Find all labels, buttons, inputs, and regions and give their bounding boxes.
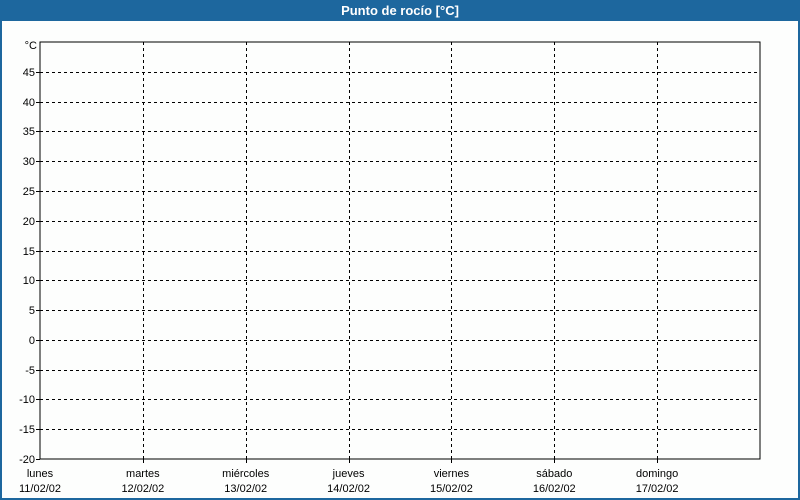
y-tick-label: 25 — [23, 186, 35, 198]
y-tick-label: 35 — [23, 126, 35, 138]
plot-border — [39, 41, 761, 460]
x-day-label: sábado — [536, 468, 572, 480]
x-date-label: 15/02/02 — [430, 483, 473, 495]
y-tick-label: 0 — [29, 335, 35, 347]
y-tick-label: -5 — [25, 365, 35, 377]
chart-title: Punto de rocío [°C] — [341, 3, 459, 18]
y-tick-label: -10 — [19, 394, 35, 406]
x-date-label: 12/02/02 — [121, 483, 164, 495]
x-day-label: domingo — [636, 468, 678, 480]
x-date-label: 11/02/02 — [19, 483, 61, 495]
x-day-label: viernes — [434, 468, 470, 480]
y-tick-label: 15 — [23, 246, 35, 258]
chart-title-bar: Punto de rocío [°C] — [0, 0, 800, 21]
x-date-label: 13/02/02 — [224, 483, 267, 495]
y-tick-label: 30 — [23, 156, 35, 168]
y-axis-unit-label: °C — [25, 40, 37, 52]
x-day-label: miércoles — [222, 468, 270, 480]
y-tick-label: 5 — [29, 305, 35, 317]
x-day-label: martes — [126, 468, 160, 480]
y-tick-label: 10 — [23, 275, 35, 287]
y-tick-label: 45 — [23, 67, 35, 79]
y-tick-label: -20 — [19, 454, 35, 466]
x-date-label: 17/02/02 — [636, 483, 679, 495]
dew-point-chart-plot: 45 40 35 30 25 20 15 10 5 0 -5 -10 -15 -20 °C lunes 11/0… — [19, 40, 761, 495]
y-tick-label: 20 — [23, 216, 35, 228]
x-day-label: jueves — [332, 468, 365, 480]
x-date-label: 16/02/02 — [533, 483, 576, 495]
x-date-label: 14/02/02 — [327, 483, 370, 495]
y-tick-label: 40 — [23, 97, 35, 109]
dew-point-chart-window: Punto de rocío [°C] 45 40 35 30 25 20 15 10 5 0 -5… — [0, 0, 800, 500]
x-day-label: lunes — [27, 468, 54, 480]
y-tick-label: -15 — [19, 424, 35, 436]
